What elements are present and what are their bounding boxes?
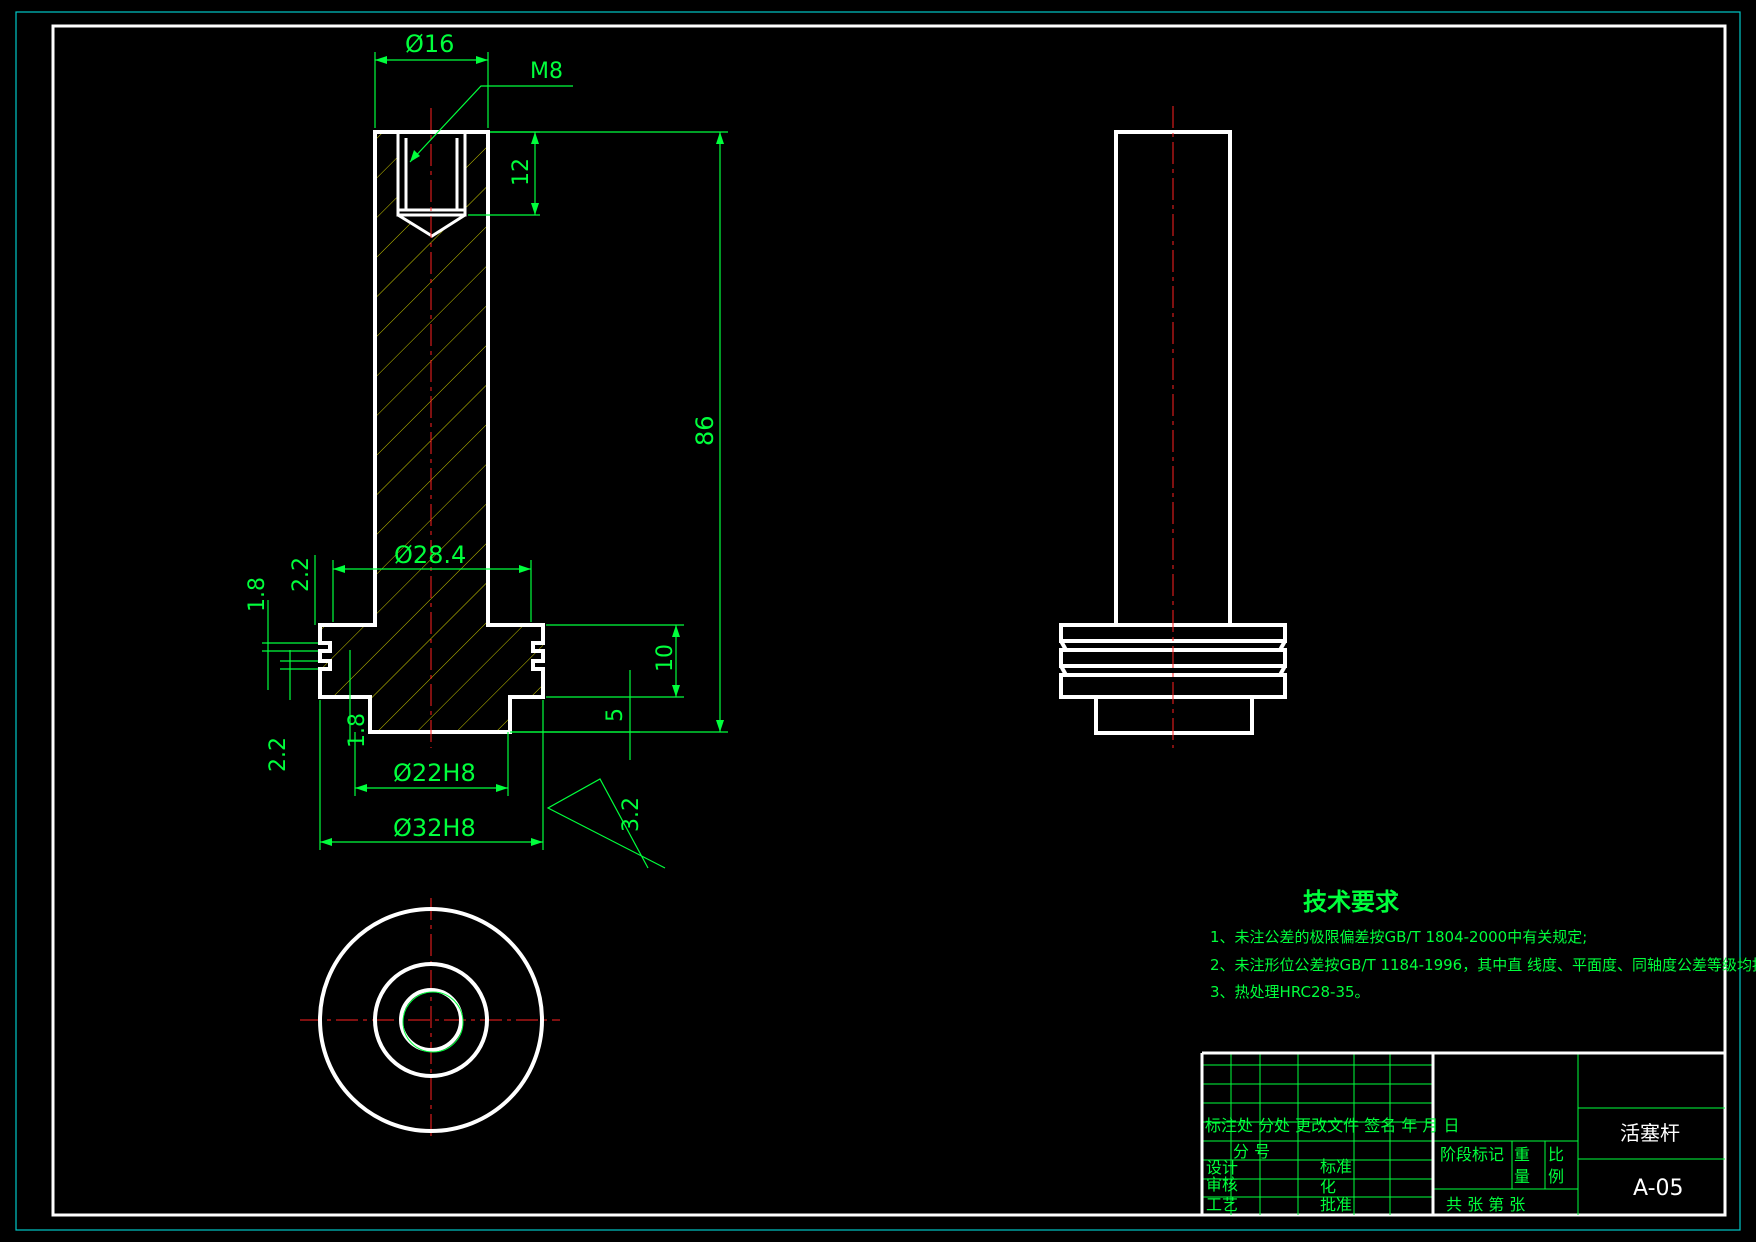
- dim-diameter-22h8: Ø22H8: [393, 759, 476, 787]
- tech-req-item-2: 2、未注形位公差按GB/T 1184-1996，其中直 线度、平面度、同轴度公差…: [1210, 956, 1756, 974]
- dim-diameter-16: Ø16: [405, 30, 454, 58]
- tb-stage-mark: 阶段标记: [1440, 1145, 1504, 1164]
- title-block: 标注处 分处 更改文件 签名 年 月 日 分 号 设计 审核 工艺 标准 化 批…: [1200, 1051, 1725, 1215]
- tb-scale-2: 例: [1548, 1167, 1564, 1186]
- dim-length-12: 12: [509, 158, 534, 186]
- tech-req-item-1: 1、未注公差的极限偏差按GB/T 1804-2000中有关规定;: [1210, 928, 1587, 946]
- dim-length-2-2-top: 2.2: [289, 557, 314, 592]
- sheet-outer-border: [15, 11, 1741, 1231]
- dim-diameter-28-4: Ø28.4: [394, 541, 466, 569]
- tb-sheets: 共 张 第 张: [1446, 1195, 1525, 1214]
- tech-req-title: 技术要求: [1303, 888, 1399, 916]
- dim-length-86: 86: [691, 415, 719, 446]
- roughness-value: 3.2: [619, 797, 644, 832]
- dim-length-1-8-bottom: 1.8: [345, 713, 370, 748]
- tb-sub-header: 分 号: [1233, 1142, 1270, 1161]
- front-section-view: [318, 108, 545, 748]
- dimension-lines: [262, 52, 728, 869]
- dim-length-1-8-top: 1.8: [245, 577, 270, 612]
- tb-approve: 批准: [1320, 1195, 1352, 1214]
- dim-thread-m8: M8: [530, 59, 563, 84]
- tb-header-row: 标注处 分处 更改文件 签名 年 月 日: [1205, 1116, 1460, 1135]
- tech-req-item-3: 3、热处理HRC28-35。: [1210, 983, 1370, 1001]
- tb-standard-2: 化: [1320, 1177, 1336, 1196]
- tb-part-name: 活塞杆: [1620, 1121, 1680, 1145]
- dim-length-5: 5: [603, 708, 628, 722]
- cad-drawing-sheet: Ø16 M8 12 86 Ø28.4 2.2 1.8 10 5 1.8 2.2 …: [15, 11, 1756, 1231]
- tb-standard: 标准: [1320, 1157, 1352, 1176]
- tb-weight-2: 量: [1514, 1167, 1530, 1186]
- tb-process: 工艺: [1206, 1195, 1238, 1214]
- tb-weight: 重: [1514, 1145, 1530, 1164]
- tb-scale: 比: [1548, 1145, 1564, 1164]
- dim-diameter-32h8: Ø32H8: [393, 814, 476, 842]
- top-view: [300, 898, 560, 1140]
- dim-length-2-2-bottom: 2.2: [266, 737, 291, 772]
- dim-length-10: 10: [653, 644, 678, 672]
- technical-requirements: 技术要求 1、未注公差的极限偏差按GB/T 1804-2000中有关规定; 2、…: [1210, 888, 1756, 1001]
- tb-review: 审核: [1206, 1175, 1238, 1194]
- tb-drawing-number: A-05: [1633, 1176, 1684, 1201]
- sheet-inner-border: [51, 24, 1727, 1217]
